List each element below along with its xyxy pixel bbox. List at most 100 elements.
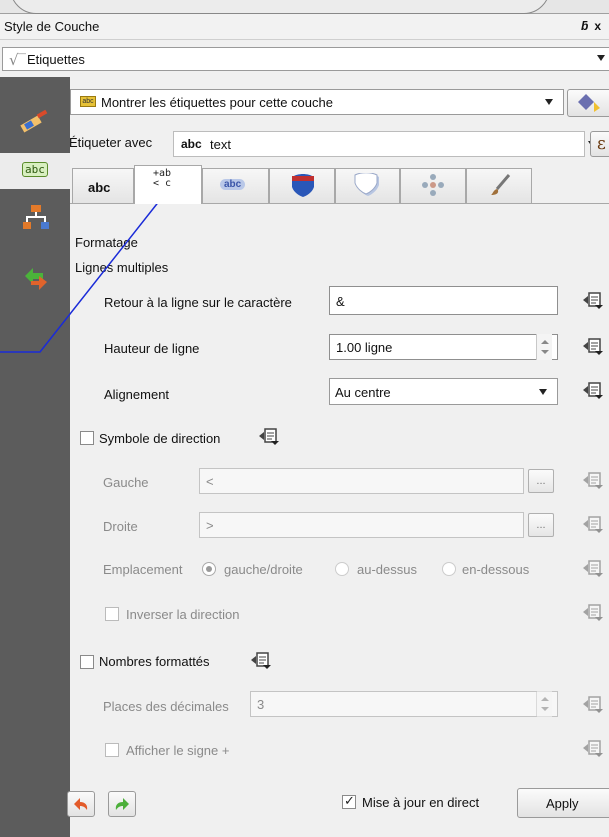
data-defined-override-button[interactable] <box>582 382 604 400</box>
chevron-down-icon <box>597 55 605 61</box>
label-settings-panel: abc Montrer les étiquettes pour cette co… <box>69 77 609 837</box>
apply-button-label: Apply <box>546 796 579 811</box>
tab-formatting[interactable]: +ab < c <box>134 165 202 204</box>
field-type-badge: abc <box>181 137 202 151</box>
data-defined-override-button[interactable] <box>582 560 604 578</box>
line-height-spinner[interactable] <box>536 334 552 360</box>
show-plus-sign-checkbox[interactable] <box>105 743 119 757</box>
refresh-arrows-icon[interactable] <box>21 262 49 290</box>
diamond-sparkle-icon <box>578 94 600 112</box>
placement-label: Emplacement <box>103 562 183 577</box>
placement-radio-below[interactable] <box>442 562 456 576</box>
top-strip <box>0 0 609 14</box>
tab-buffer[interactable]: abc <box>202 168 269 203</box>
right-symbol-input[interactable]: > <box>199 512 524 538</box>
layer-style-dock: Style de Couche ƃx √‾ Etiquettes abc abc… <box>0 0 609 837</box>
line-height-input[interactable]: 1.00 ligne <box>329 334 558 360</box>
show-labels-select[interactable]: abc Montrer les étiquettes pour cette co… <box>70 89 564 115</box>
shadow-shield-icon <box>354 173 379 196</box>
dock-title: Style de Couche <box>4 19 100 34</box>
chevron-down-icon <box>539 389 547 395</box>
decimal-places-input[interactable]: 3 <box>250 691 558 717</box>
direction-symbol-checkbox[interactable] <box>80 431 94 445</box>
data-defined-override-button[interactable] <box>582 604 604 622</box>
data-defined-override-button[interactable] <box>250 652 272 670</box>
reverse-direction-checkbox[interactable] <box>105 607 119 621</box>
data-defined-override-button[interactable] <box>582 292 604 310</box>
data-defined-override-button[interactable] <box>258 428 280 446</box>
alignment-select[interactable]: Au centre <box>329 378 558 405</box>
formatting-section-title: Formatage <box>75 235 138 250</box>
renderer-select[interactable]: √‾ Etiquettes <box>2 47 609 71</box>
multiline-section-title: Lignes multiples <box>75 260 169 275</box>
live-update-checkbox[interactable]: ✓ <box>342 793 356 809</box>
style-sidebar: abc <box>0 77 70 837</box>
label-with-label: Étiqueter avec <box>69 135 153 150</box>
dock-footer: ✓ Mise à jour en direct Apply <box>67 784 609 837</box>
data-defined-override-button[interactable] <box>582 516 604 534</box>
tab-placement[interactable] <box>400 168 466 203</box>
expression-button[interactable]: ε <box>590 131 609 157</box>
decimal-places-label: Places des décimales <box>103 699 229 714</box>
formatted-numbers-label: Nombres formattés <box>99 654 210 669</box>
apply-button[interactable]: Apply <box>517 788 609 818</box>
left-symbol-label: Gauche <box>103 475 149 490</box>
formatting-tab-panel: Formatage Lignes multiples Retour à la l… <box>70 203 609 837</box>
formatting-icon: +ab < c <box>153 168 172 189</box>
line-height-label: Hauteur de ligne <box>104 341 200 356</box>
alignment-label: Alignement <box>104 387 170 402</box>
buffer-icon: abc <box>220 179 246 190</box>
data-defined-override-button[interactable] <box>582 472 604 490</box>
undo-arrow-icon <box>74 798 88 810</box>
tab-text-label: abc <box>88 180 111 195</box>
checkmark-icon: ✓ <box>344 793 355 808</box>
close-icon[interactable]: x <box>594 19 607 33</box>
label-field-value: text <box>210 137 231 152</box>
show-plus-sign-label: Afficher le signe + <box>126 743 230 758</box>
placement-option-above: au-dessus <box>357 562 417 577</box>
tab-background[interactable] <box>269 168 335 203</box>
wrap-character-label: Retour à la ligne sur le caractère <box>104 295 292 310</box>
redo-arrow-icon <box>115 798 129 810</box>
left-symbol-browse-button[interactable]: ... <box>528 469 554 493</box>
tab-rendering[interactable] <box>466 168 532 203</box>
data-defined-override-button[interactable] <box>582 338 604 356</box>
placement-radio-left-right[interactable] <box>202 562 216 576</box>
labels-abc-icon: abc <box>22 162 48 177</box>
dock-controls[interactable]: ƃx <box>581 19 607 33</box>
paintbrush-icon <box>491 174 511 195</box>
placement-icon <box>422 174 444 196</box>
tab-shadow[interactable] <box>335 168 400 203</box>
renderer-select-value: Etiquettes <box>27 52 85 67</box>
data-defined-override-button[interactable] <box>582 696 604 714</box>
label-tabs: abc +ab < c abc <box>70 165 609 204</box>
undo-button[interactable] <box>67 791 95 817</box>
direction-symbol-label: Symbole de direction <box>99 431 221 446</box>
placement-radio-above[interactable] <box>335 562 349 576</box>
label-mode-icon: abc <box>80 96 96 107</box>
placement-option-below: en-dessous <box>462 562 530 577</box>
left-symbol-input[interactable]: < <box>199 468 524 494</box>
paintbrush-style-icon[interactable] <box>19 108 48 136</box>
alignment-value: Au centre <box>335 385 391 400</box>
decimal-places-spinner[interactable] <box>536 691 552 717</box>
wrap-character-input[interactable]: & <box>329 286 558 315</box>
sidebar-item-labels-selected[interactable]: abc <box>0 153 70 189</box>
float-icon[interactable]: ƃ <box>581 19 594 33</box>
expression-icon: ε <box>597 134 606 154</box>
right-symbol-label: Droite <box>103 519 138 534</box>
layer-tree-icon[interactable] <box>21 204 49 232</box>
shield-icon <box>292 174 314 197</box>
label-field-select[interactable]: abc text <box>173 131 596 157</box>
right-symbol-browse-button[interactable]: ... <box>528 513 554 537</box>
formatted-numbers-checkbox[interactable] <box>80 655 94 669</box>
redo-button[interactable] <box>108 791 136 817</box>
dock-title-bar: Style de Couche ƃx <box>0 14 609 40</box>
tab-text[interactable]: abc <box>72 168 134 203</box>
rule-based-button[interactable] <box>567 89 609 117</box>
reverse-direction-label: Inverser la direction <box>126 607 240 622</box>
data-defined-override-button[interactable] <box>582 740 604 758</box>
chevron-down-icon <box>545 99 553 105</box>
live-update-label: Mise à jour en direct <box>362 795 480 810</box>
label-renderer-icon: √‾ <box>9 51 27 69</box>
